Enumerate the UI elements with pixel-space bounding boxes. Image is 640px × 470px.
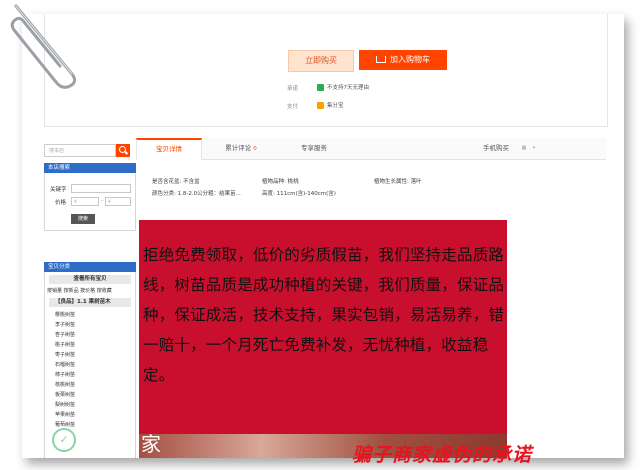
price-label: 价格 bbox=[55, 200, 67, 206]
page: 立即购买 加入购物车 承诺 不支持7天无理由 支付 集分宝 搜本店 本店搜索 关… bbox=[22, 14, 624, 458]
watermark-icon: ✓ bbox=[52, 428, 76, 452]
view-all-link[interactable]: 查看所有宝贝 bbox=[49, 275, 131, 284]
price-dash: - bbox=[101, 198, 103, 204]
category-group-title[interactable]: 【良品】1.1 果树苗木 bbox=[49, 298, 131, 307]
buy-now-button[interactable]: 立即购买 bbox=[288, 50, 354, 72]
attribute-growth: 植物生长属性: 落叶 bbox=[374, 179, 422, 185]
attribute-height: 高度: 111cm(含)-140cm(含) bbox=[262, 191, 336, 197]
promise-value-text: 不支持7天无理由 bbox=[327, 85, 369, 91]
keyword-input[interactable] bbox=[71, 184, 131, 193]
attribute-variety: 植物品种: 桃桃 bbox=[262, 179, 299, 185]
category-item[interactable]: 樱桃树苗 bbox=[55, 310, 75, 320]
category-item[interactable]: 石榴树苗 bbox=[55, 360, 75, 370]
category-item[interactable]: 板栗树苗 bbox=[55, 390, 75, 400]
promise-value: 不支持7天无理由 bbox=[317, 83, 369, 91]
keyword-label: 关键字 bbox=[50, 187, 67, 193]
add-to-cart-button[interactable]: 加入购物车 bbox=[359, 50, 447, 70]
banner-text: 拒绝免费领取，低价的劣质假苗，我们坚持走品质路线，树苗品质是成功种植的关键，我们… bbox=[143, 246, 505, 384]
promo-banner: 拒绝免费领取，低价的劣质假苗，我们坚持走品质路线，树苗品质是成功种植的关键，我们… bbox=[139, 220, 507, 438]
tab-reviews-label: 累计评论 bbox=[225, 144, 252, 152]
sidebar-search-button[interactable]: 搜索 bbox=[71, 214, 95, 224]
category-item[interactable]: 核桃树苗 bbox=[55, 380, 75, 390]
attribute-pot: 是否含花盆: 不含盆 bbox=[152, 179, 200, 185]
shop-search-panel: 关键字 价格 ¥ - ¥ 搜索 bbox=[44, 173, 136, 231]
seven-day-icon bbox=[317, 84, 324, 91]
review-count-badge: 0 bbox=[253, 146, 257, 152]
category-title: 宝贝分类 bbox=[44, 262, 136, 272]
shop-search-input[interactable]: 搜本店 bbox=[44, 144, 116, 157]
category-item[interactable]: 李子树苗 bbox=[55, 320, 75, 330]
category-list: 樱桃树苗 李子树苗 杏子树苗 桃子树苗 枣子树苗 石榴树苗 柿子树苗 核桃树苗 … bbox=[55, 310, 75, 430]
tab-services[interactable]: 专享服务 bbox=[282, 138, 346, 159]
chevron-down-icon[interactable]: ▾ bbox=[528, 138, 540, 159]
category-item[interactable]: 梨树树苗 bbox=[55, 400, 75, 410]
category-item[interactable]: 桃子树苗 bbox=[55, 340, 75, 350]
screenshot-frame: 立即购买 加入购物车 承诺 不支持7天无理由 支付 集分宝 搜本店 本店搜索 关… bbox=[22, 14, 624, 458]
pay-label: 支付 bbox=[287, 104, 299, 110]
category-item[interactable]: 苹果树苗 bbox=[55, 410, 75, 420]
category-item[interactable]: 杏子树苗 bbox=[55, 330, 75, 340]
tab-reviews[interactable]: 累计评论 0 bbox=[206, 138, 276, 159]
jifenbao-icon bbox=[317, 102, 324, 109]
shop-search-title: 本店搜索 bbox=[44, 163, 136, 173]
pay-value: 集分宝 bbox=[317, 101, 344, 109]
price-max-input[interactable]: ¥ bbox=[105, 197, 131, 206]
attribute-color: 颜色分类: 1.8-2.0公分粗：结果苗... bbox=[152, 191, 241, 197]
category-item[interactable]: 枣子树苗 bbox=[55, 350, 75, 360]
add-to-cart-label: 加入购物车 bbox=[390, 55, 430, 64]
promise-label: 承诺 bbox=[287, 86, 299, 92]
photo-caption: 家 bbox=[141, 432, 161, 456]
shop-sidebar: 搜本店 本店搜索 关键字 价格 ¥ - ¥ 搜索 宝贝分类 查看所有宝贝 按销量… bbox=[44, 140, 136, 458]
pay-value-text: 集分宝 bbox=[327, 103, 344, 109]
cart-icon bbox=[376, 56, 386, 63]
slogan-caption: 骗子商家虚伪的承诺 bbox=[352, 444, 533, 466]
paperclip-icon bbox=[10, 4, 77, 89]
category-item[interactable]: 柿子树苗 bbox=[55, 370, 75, 380]
search-icon[interactable] bbox=[116, 144, 130, 157]
price-min-input[interactable]: ¥ bbox=[71, 197, 99, 206]
tab-item-details[interactable]: 宝贝详情 bbox=[136, 138, 202, 160]
detail-tabs: 宝贝详情 累计评论 0 专享服务 手机购买 ▦ ▾ bbox=[136, 138, 606, 160]
sort-links[interactable]: 按销量 按新品 按价格 按收藏 bbox=[47, 287, 112, 294]
product-purchase-box: 立即购买 加入购物车 承诺 不支持7天无理由 支付 集分宝 bbox=[44, 14, 608, 127]
